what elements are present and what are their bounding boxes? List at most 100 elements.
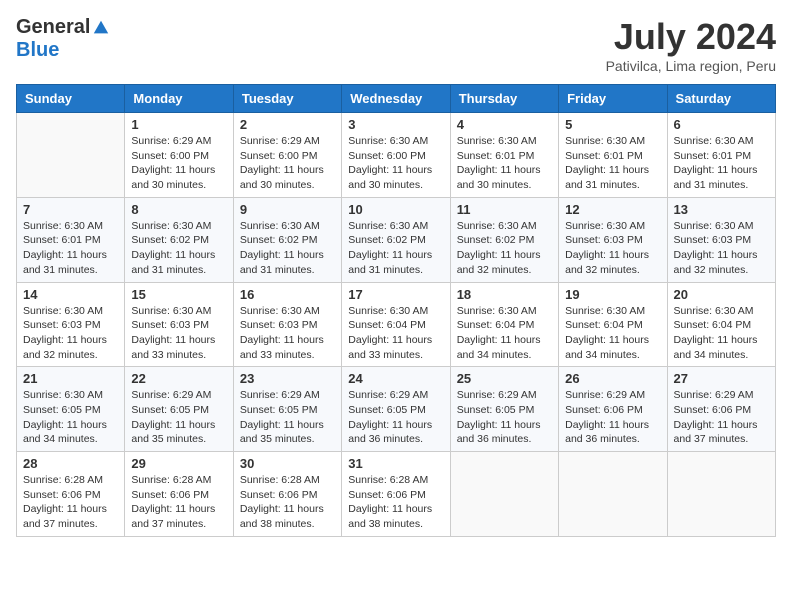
calendar-cell: 26Sunrise: 6:29 AMSunset: 6:06 PMDayligh… (559, 367, 667, 452)
day-number: 29 (131, 456, 226, 471)
day-info: Sunrise: 6:28 AMSunset: 6:06 PMDaylight:… (131, 473, 226, 532)
calendar-cell: 31 Sunrise: 6:28 AMSunset: 6:06 PMDayligh… (342, 452, 450, 537)
day-number: 18 (457, 287, 552, 302)
day-info: Sunrise: 6:28 AMSunset: 6:06 PMDaylight:… (348, 473, 443, 532)
day-info: Sunrise: 6:30 AMSunset: 6:02 PMDaylight:… (457, 219, 552, 278)
calendar-cell: 3 Sunrise: 6:30 AMSunset: 6:00 PMDaylight… (342, 113, 450, 198)
calendar-cell (450, 452, 558, 537)
day-info: Sunrise: 6:29 AMSunset: 6:05 PMDaylight:… (240, 388, 335, 447)
day-number: 2 (240, 117, 335, 132)
calendar-cell: 8Sunrise: 6:30 AMSunset: 6:02 PMDaylight… (125, 197, 233, 282)
calendar-cell: 25 Sunrise: 6:29 AMSunset: 6:05 PMDayligh… (450, 367, 558, 452)
day-number: 13 (674, 202, 769, 217)
calendar-cell: 13 Sunrise: 6:30 AMSunset: 6:03 PMDayligh… (667, 197, 775, 282)
calendar-cell: 15Sunrise: 6:30 AMSunset: 6:03 PMDayligh… (125, 282, 233, 367)
day-info: Sunrise: 6:30 AMSunset: 6:03 PMDaylight:… (131, 304, 226, 363)
calendar-cell: 24 Sunrise: 6:29 AMSunset: 6:05 PMDayligh… (342, 367, 450, 452)
day-info: Sunrise: 6:30 AMSunset: 6:04 PMDaylight:… (674, 304, 769, 363)
calendar-cell: 22 Sunrise: 6:29 AMSunset: 6:05 PMDayligh… (125, 367, 233, 452)
calendar-cell: 27 Sunrise: 6:29 AMSunset: 6:06 PMDayligh… (667, 367, 775, 452)
day-number: 3 (348, 117, 443, 132)
calendar-cell: 14 Sunrise: 6:30 AMSunset: 6:03 PMDayligh… (17, 282, 125, 367)
day-info: Sunrise: 6:30 AMSunset: 6:01 PMDaylight:… (457, 134, 552, 193)
calendar-cell: 21 Sunrise: 6:30 AMSunset: 6:05 PMDayligh… (17, 367, 125, 452)
day-number: 1 (131, 117, 226, 132)
logo-general-text: General (16, 16, 90, 39)
day-number: 17 (348, 287, 443, 302)
day-info: Sunrise: 6:30 AMSunset: 6:03 PMDaylight:… (674, 219, 769, 278)
calendar-header-row: SundayMondayTuesdayWednesdayThursdayFrid… (17, 85, 776, 113)
calendar-cell: 7 Sunrise: 6:30 AMSunset: 6:01 PMDaylight… (17, 197, 125, 282)
calendar-header-sunday: Sunday (17, 85, 125, 113)
day-number: 28 (23, 456, 118, 471)
logo: General Blue (16, 16, 110, 62)
calendar-week-row: 28 Sunrise: 6:28 AMSunset: 6:06 PMDayligh… (17, 452, 776, 537)
day-info: Sunrise: 6:29 AMSunset: 6:05 PMDaylight:… (457, 388, 552, 447)
day-number: 27 (674, 371, 769, 386)
day-info: Sunrise: 6:30 AMSunset: 6:04 PMDaylight:… (348, 304, 443, 363)
day-number: 19 (565, 287, 660, 302)
page-header: General Blue July 2024 Pativilca, Lima r… (16, 16, 776, 74)
day-info: Sunrise: 6:30 AMSunset: 6:04 PMDaylight:… (457, 304, 552, 363)
day-number: 21 (23, 371, 118, 386)
day-number: 22 (131, 371, 226, 386)
day-info: Sunrise: 6:30 AMSunset: 6:00 PMDaylight:… (348, 134, 443, 193)
calendar-cell: 16Sunrise: 6:30 AMSunset: 6:03 PMDayligh… (233, 282, 341, 367)
day-number: 30 (240, 456, 335, 471)
day-number: 4 (457, 117, 552, 132)
day-number: 26 (565, 371, 660, 386)
logo-blue-text: Blue (16, 39, 59, 62)
calendar-cell: 20 Sunrise: 6:30 AMSunset: 6:04 PMDayligh… (667, 282, 775, 367)
day-info: Sunrise: 6:30 AMSunset: 6:03 PMDaylight:… (23, 304, 118, 363)
day-info: Sunrise: 6:29 AMSunset: 6:06 PMDaylight:… (674, 388, 769, 447)
day-number: 12 (565, 202, 660, 217)
day-number: 24 (348, 371, 443, 386)
calendar-header-wednesday: Wednesday (342, 85, 450, 113)
calendar-week-row: 1 Sunrise: 6:29 AMSunset: 6:00 PMDaylight… (17, 113, 776, 198)
calendar-cell: 12 Sunrise: 6:30 AMSunset: 6:03 PMDayligh… (559, 197, 667, 282)
calendar-week-row: 7 Sunrise: 6:30 AMSunset: 6:01 PMDaylight… (17, 197, 776, 282)
day-info: Sunrise: 6:29 AMSunset: 6:05 PMDaylight:… (131, 388, 226, 447)
day-info: Sunrise: 6:29 AMSunset: 6:00 PMDaylight:… (240, 134, 335, 193)
month-title: July 2024 (606, 16, 776, 58)
day-info: Sunrise: 6:28 AMSunset: 6:06 PMDaylight:… (240, 473, 335, 532)
day-info: Sunrise: 6:30 AMSunset: 6:04 PMDaylight:… (565, 304, 660, 363)
calendar-cell: 4 Sunrise: 6:30 AMSunset: 6:01 PMDaylight… (450, 113, 558, 198)
day-info: Sunrise: 6:30 AMSunset: 6:02 PMDaylight:… (240, 219, 335, 278)
day-info: Sunrise: 6:29 AMSunset: 6:05 PMDaylight:… (348, 388, 443, 447)
day-number: 10 (348, 202, 443, 217)
calendar-header-friday: Friday (559, 85, 667, 113)
calendar-header-tuesday: Tuesday (233, 85, 341, 113)
calendar-cell: 28Sunrise: 6:28 AMSunset: 6:06 PMDayligh… (17, 452, 125, 537)
day-number: 31 (348, 456, 443, 471)
logo-icon (92, 19, 110, 37)
day-number: 14 (23, 287, 118, 302)
day-number: 25 (457, 371, 552, 386)
day-number: 20 (674, 287, 769, 302)
day-number: 6 (674, 117, 769, 132)
calendar-cell: 9 Sunrise: 6:30 AMSunset: 6:02 PMDaylight… (233, 197, 341, 282)
calendar-header-monday: Monday (125, 85, 233, 113)
day-info: Sunrise: 6:30 AMSunset: 6:02 PMDaylight:… (131, 219, 226, 278)
day-info: Sunrise: 6:30 AMSunset: 6:01 PMDaylight:… (23, 219, 118, 278)
day-info: Sunrise: 6:30 AMSunset: 6:02 PMDaylight:… (348, 219, 443, 278)
calendar-week-row: 21 Sunrise: 6:30 AMSunset: 6:05 PMDayligh… (17, 367, 776, 452)
calendar-cell: 17 Sunrise: 6:30 AMSunset: 6:04 PMDayligh… (342, 282, 450, 367)
location-text: Pativilca, Lima region, Peru (606, 58, 776, 74)
day-number: 7 (23, 202, 118, 217)
day-info: Sunrise: 6:29 AMSunset: 6:00 PMDaylight:… (131, 134, 226, 193)
day-info: Sunrise: 6:30 AMSunset: 6:03 PMDaylight:… (565, 219, 660, 278)
day-info: Sunrise: 6:30 AMSunset: 6:01 PMDaylight:… (565, 134, 660, 193)
calendar-cell: 19 Sunrise: 6:30 AMSunset: 6:04 PMDayligh… (559, 282, 667, 367)
day-info: Sunrise: 6:30 AMSunset: 6:05 PMDaylight:… (23, 388, 118, 447)
calendar-header-thursday: Thursday (450, 85, 558, 113)
calendar-cell: 18 Sunrise: 6:30 AMSunset: 6:04 PMDayligh… (450, 282, 558, 367)
calendar-table: SundayMondayTuesdayWednesdayThursdayFrid… (16, 84, 776, 537)
day-info: Sunrise: 6:30 AMSunset: 6:01 PMDaylight:… (674, 134, 769, 193)
day-number: 9 (240, 202, 335, 217)
calendar-cell: 30 Sunrise: 6:28 AMSunset: 6:06 PMDayligh… (233, 452, 341, 537)
day-number: 16 (240, 287, 335, 302)
calendar-cell: 11Sunrise: 6:30 AMSunset: 6:02 PMDayligh… (450, 197, 558, 282)
calendar-cell (17, 113, 125, 198)
title-section: July 2024 Pativilca, Lima region, Peru (606, 16, 776, 74)
